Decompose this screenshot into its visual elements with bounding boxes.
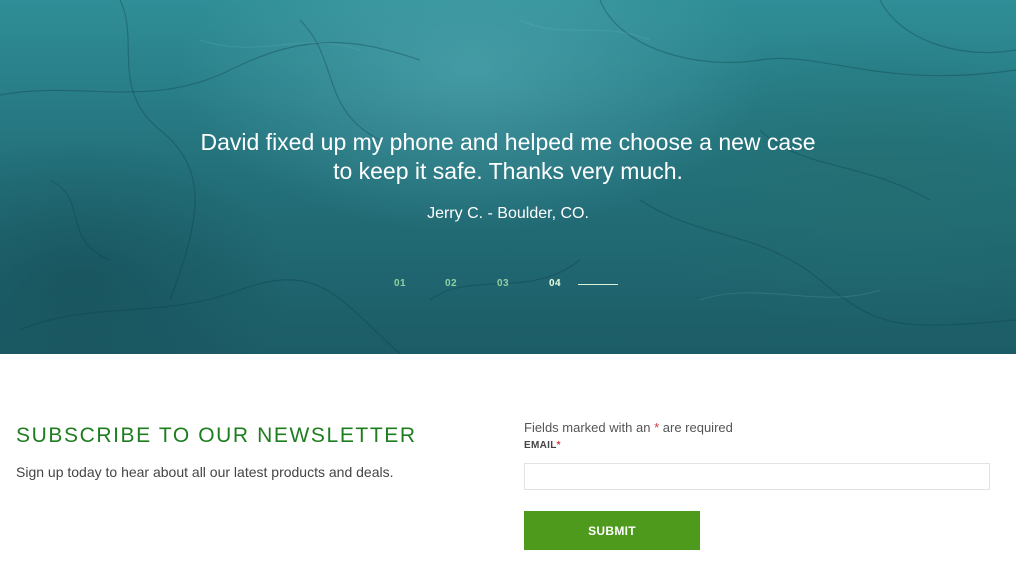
slide-dot-02[interactable]: 02 (445, 278, 457, 289)
slide-dot-03[interactable]: 03 (497, 278, 509, 289)
testimonial-author: Jerry C. - Boulder, CO. (427, 205, 589, 222)
required-star: * (654, 420, 660, 435)
email-label-text: EMAIL (524, 440, 557, 451)
email-field[interactable] (524, 463, 990, 490)
testimonial-quote: David fixed up my phone and helped me ch… (200, 129, 816, 184)
email-required-star: * (556, 440, 561, 451)
slide-dot-01[interactable]: 01 (394, 278, 406, 289)
submit-button[interactable]: SUBMIT (524, 511, 700, 550)
slider-pagination: 01 02 03 04 (0, 278, 1016, 292)
required-note-prefix: Fields marked with an (524, 420, 651, 435)
slide-dot-04-active[interactable]: 04 (549, 278, 561, 289)
active-slide-indicator (578, 284, 618, 285)
testimonial-hero: David fixed up my phone and helped me ch… (0, 0, 1016, 354)
required-fields-note: Fields marked with an * are required (524, 420, 733, 435)
required-note-suffix: are required (662, 420, 733, 435)
newsletter-title: SUBSCRIBE TO OUR NEWSLETTER (16, 424, 417, 447)
newsletter-subtitle: Sign up today to hear about all our late… (16, 464, 394, 480)
email-label: EMAIL* (524, 440, 561, 451)
